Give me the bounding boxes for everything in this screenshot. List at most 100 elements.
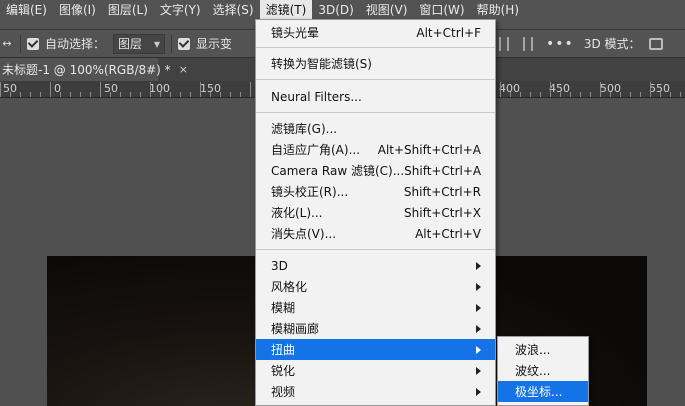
- ruler-tick: [500, 82, 501, 97]
- menu-item-sharpen[interactable]: 锐化: [256, 360, 495, 381]
- ruler-tick: [670, 92, 671, 97]
- menu-image[interactable]: 图像(I): [53, 0, 102, 20]
- menu-separator: [256, 112, 495, 113]
- submenu-arrow-icon: [476, 366, 481, 375]
- menu-item-blur[interactable]: 模糊: [256, 297, 495, 318]
- menu-3d[interactable]: 3D(D): [312, 0, 359, 20]
- ruler-tick: [120, 92, 121, 97]
- menu-filter[interactable]: 滤镜(T): [259, 0, 313, 20]
- distort-submenu: 波浪... 波纹... 极坐标...: [497, 336, 589, 406]
- auto-select-label: 自动选择：: [45, 37, 106, 51]
- menu-edit[interactable]: 编辑(E): [0, 0, 53, 20]
- ruler-tick: [510, 92, 511, 97]
- close-icon[interactable]: ×: [179, 63, 188, 76]
- ruler-tick: [650, 82, 651, 97]
- filter-menu: 镜头光晕 Alt+Ctrl+F 转换为智能滤镜(S) Neural Filters…: [255, 19, 496, 406]
- divider: [20, 34, 21, 53]
- ruler-tick: [10, 92, 11, 97]
- submenu-arrow-icon: [476, 387, 481, 396]
- menu-item-stylize[interactable]: 风格化: [256, 276, 495, 297]
- menu-separator: [256, 249, 495, 250]
- menu-item-lens-flare[interactable]: 镜头光晕 Alt+Ctrl+F: [256, 22, 495, 43]
- submenu-arrow-icon: [476, 303, 481, 312]
- ruler-tick: [190, 92, 191, 97]
- align-right-icon[interactable]: [523, 36, 534, 51]
- submenu-item-ripple[interactable]: 波纹...: [498, 360, 588, 381]
- rotate-3d-icon[interactable]: [648, 37, 663, 50]
- ruler-tick: [530, 92, 531, 97]
- ruler-tick: [640, 92, 641, 97]
- submenu-arrow-icon: [476, 261, 481, 270]
- ruler-tick: [100, 82, 101, 97]
- ruler-tick: [130, 92, 131, 97]
- ruler-tick: [0, 82, 1, 97]
- ruler-tick: [30, 92, 31, 97]
- auto-select-checkbox[interactable]: [27, 37, 39, 50]
- move-arrows-icon[interactable]: ↔: [0, 37, 14, 50]
- menu-item-blur-gallery[interactable]: 模糊画廊: [256, 318, 495, 339]
- menu-item-liquify[interactable]: 液化(L)... Shift+Ctrl+X: [256, 202, 495, 223]
- ruler-tick: [230, 92, 231, 97]
- ruler-tick: [550, 82, 551, 97]
- menu-separator: [256, 79, 495, 80]
- ruler-tick: [110, 92, 111, 97]
- auto-select-value: 图层: [118, 37, 143, 51]
- ruler-tick: [40, 92, 41, 97]
- menu-item-3d[interactable]: 3D: [256, 255, 495, 276]
- ruler-label: 50: [104, 82, 118, 95]
- menu-help[interactable]: 帮助(H): [471, 0, 525, 20]
- ruler-tick: [630, 92, 631, 97]
- document-tab[interactable]: 未标题-1 @ 100%(RGB/8#) * ×: [0, 58, 188, 81]
- menu-item-neural-filters[interactable]: Neural Filters...: [256, 86, 495, 107]
- ruler-tick: [20, 92, 21, 97]
- submenu-arrow-icon: [476, 345, 481, 354]
- submenu-arrow-icon: [476, 282, 481, 291]
- divider: [171, 34, 173, 53]
- menu-layer[interactable]: 图层(L): [102, 0, 154, 20]
- ruler-tick: [240, 92, 241, 97]
- submenu-item-wave[interactable]: 波浪...: [498, 339, 588, 360]
- ruler-tick: [210, 92, 211, 97]
- menu-item-distort[interactable]: 扭曲: [256, 339, 495, 360]
- ruler-tick: [590, 92, 591, 97]
- menu-window[interactable]: 窗口(W): [413, 0, 470, 20]
- ruler-tick: [60, 92, 61, 97]
- menu-item-adaptive-wide-angle[interactable]: 自适应广角(A)... Alt+Shift+Ctrl+A: [256, 139, 495, 160]
- submenu-item-polar-coordinates[interactable]: 极坐标...: [498, 381, 588, 402]
- ruler-tick: [70, 92, 71, 97]
- ruler-tick: [140, 92, 141, 97]
- ruler-tick: [180, 92, 181, 97]
- menu-item-filter-gallery[interactable]: 滤镜库(G)...: [256, 118, 495, 139]
- menu-item-convert-smart-filter[interactable]: 转换为智能滤镜(S): [256, 53, 495, 74]
- ruler-tick: [160, 92, 161, 97]
- menu-item-camera-raw[interactable]: Camera Raw 滤镜(C)... Shift+Ctrl+A: [256, 160, 495, 181]
- menu-item-video[interactable]: 视频: [256, 381, 495, 402]
- ruler-tick: [50, 82, 51, 97]
- ruler-tick: [660, 92, 661, 97]
- ruler-tick: [620, 92, 621, 97]
- ruler-tick: [570, 92, 571, 97]
- ruler-tick: [170, 92, 171, 97]
- menu-bar: 编辑(E) 图像(I) 图层(L) 文字(Y) 选择(S) 滤镜(T) 3D(D…: [0, 0, 685, 20]
- ruler-tick: [200, 82, 201, 97]
- more-options-icon[interactable]: •••: [546, 36, 574, 52]
- align-center-icon[interactable]: [499, 36, 510, 51]
- menu-item-vanishing-point[interactable]: 消失点(V)... Alt+Ctrl+V: [256, 223, 495, 244]
- show-transform-checkbox[interactable]: [178, 37, 191, 50]
- menu-separator: [256, 47, 495, 48]
- ruler-tick: [540, 92, 541, 97]
- menu-type[interactable]: 文字(Y): [154, 0, 207, 20]
- submenu-arrow-icon: [476, 324, 481, 333]
- ruler-tick: [680, 92, 681, 97]
- menu-view[interactable]: 视图(V): [360, 0, 414, 20]
- ruler-tick: [220, 92, 221, 97]
- menu-item-lens-correction[interactable]: 镜头校正(R)... Shift+Ctrl+R: [256, 181, 495, 202]
- menu-select[interactable]: 选择(S): [207, 0, 260, 20]
- ruler-tick: [150, 82, 151, 97]
- document-title: 未标题-1 @ 100%(RGB/8#) *: [2, 63, 171, 77]
- show-transform-label: 显示变: [196, 37, 233, 51]
- ruler-tick: [610, 92, 611, 97]
- ruler-tick: [600, 82, 601, 97]
- ruler-tick: [90, 92, 91, 97]
- auto-select-dropdown[interactable]: 图层 ▾: [113, 33, 166, 54]
